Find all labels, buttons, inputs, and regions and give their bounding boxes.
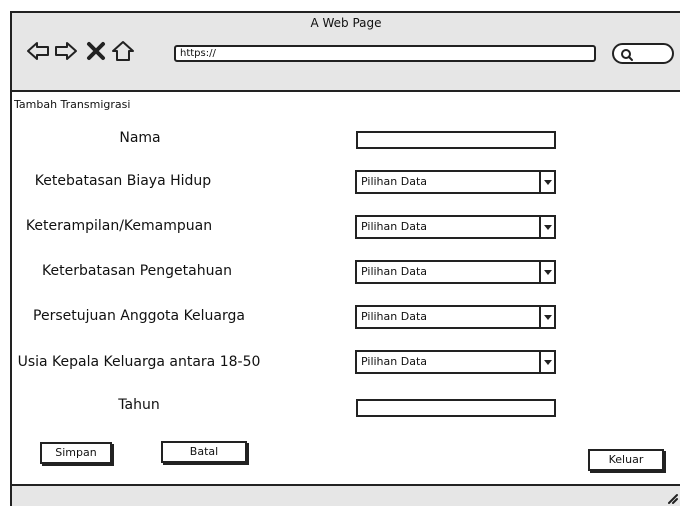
home-icon[interactable] bbox=[111, 39, 135, 63]
forward-arrow-icon[interactable] bbox=[54, 39, 78, 63]
select-value: Pilihan Data bbox=[361, 175, 428, 188]
search-icon bbox=[621, 49, 633, 61]
label-nama: Nama bbox=[119, 130, 161, 146]
resize-grip-icon[interactable] bbox=[664, 490, 678, 504]
select-value: Pilihan Data bbox=[361, 310, 428, 323]
label-pengetahuan: Keterbatasan Pengetahuan bbox=[42, 263, 232, 279]
close-x-icon[interactable] bbox=[84, 39, 108, 63]
chevron-down-icon[interactable] bbox=[539, 217, 554, 237]
select-value: Pilihan Data bbox=[361, 265, 428, 278]
label-keterampilan: Keterampilan/Kemampuan bbox=[25, 218, 213, 234]
biaya-hidup-select[interactable]: Pilihan Data bbox=[355, 170, 556, 194]
label-biaya-hidup: Ketebatasan Biaya Hidup bbox=[34, 173, 212, 189]
exit-button[interactable]: Keluar bbox=[588, 449, 664, 471]
select-value: Pilihan Data bbox=[361, 355, 428, 368]
url-input[interactable]: https:// bbox=[174, 45, 596, 62]
chevron-down-icon[interactable] bbox=[539, 307, 554, 327]
label-usia: Usia Kepala Keluarga antara 18-50 bbox=[17, 354, 261, 370]
select-value: Pilihan Data bbox=[361, 220, 428, 233]
nama-input[interactable] bbox=[356, 131, 556, 149]
cancel-button[interactable]: Batal bbox=[161, 441, 247, 463]
status-bar bbox=[12, 484, 680, 506]
back-arrow-icon[interactable] bbox=[26, 39, 50, 63]
save-button[interactable]: Simpan bbox=[40, 442, 112, 464]
search-button[interactable] bbox=[612, 43, 674, 64]
browser-toolbar: A Web Page https:// bbox=[12, 13, 680, 92]
label-persetujuan: Persetujuan Anggota Keluarga bbox=[33, 308, 245, 324]
chevron-down-icon[interactable] bbox=[539, 262, 554, 282]
browser-window: A Web Page https:// Tambah Transmigrasi … bbox=[10, 11, 680, 506]
page-content: Tambah Transmigrasi Nama Ketebatasan Bia… bbox=[12, 92, 680, 484]
keterampilan-select[interactable]: Pilihan Data bbox=[355, 215, 556, 239]
form-title: Tambah Transmigrasi bbox=[14, 98, 131, 111]
usia-select[interactable]: Pilihan Data bbox=[355, 350, 556, 374]
persetujuan-select[interactable]: Pilihan Data bbox=[355, 305, 556, 329]
pengetahuan-select[interactable]: Pilihan Data bbox=[355, 260, 556, 284]
chevron-down-icon[interactable] bbox=[539, 172, 554, 192]
tahun-input[interactable] bbox=[356, 399, 556, 417]
window-title: A Web Page bbox=[310, 16, 382, 30]
chevron-down-icon[interactable] bbox=[539, 352, 554, 372]
label-tahun: Tahun bbox=[118, 397, 160, 413]
